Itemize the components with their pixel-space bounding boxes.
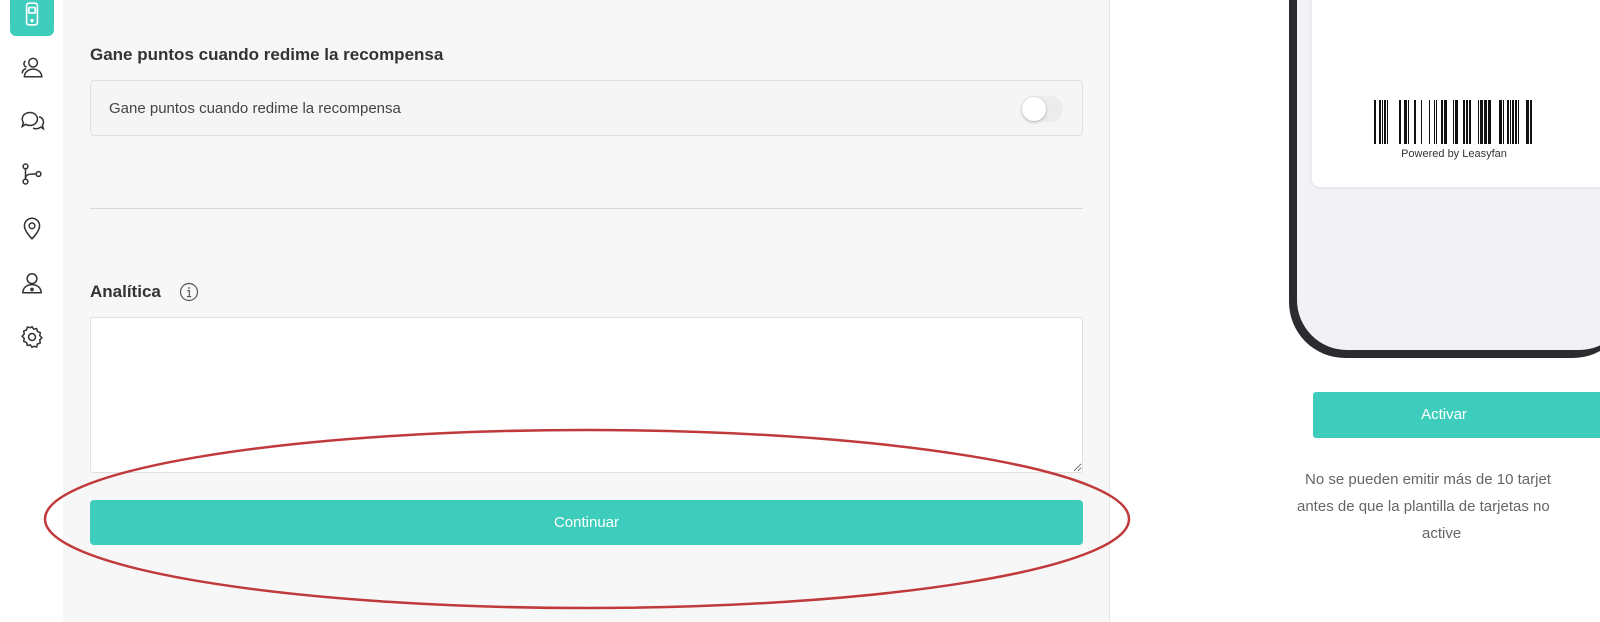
users-icon [21,57,43,78]
loyalty-card-preview: Powered by Leasyfan [1312,0,1600,187]
app-window: Gane puntos cuando redime la recompensa … [0,0,1600,622]
notice-line-2: antes de que la plantilla de tarjetas no [1297,498,1550,515]
gear-icon [21,325,43,349]
notice-line-3: active [1422,525,1462,542]
sidebar-item-cards[interactable] [10,0,54,36]
redeem-points-toggle[interactable] [1021,96,1063,122]
form-panel: Gane puntos cuando redime la recompensa … [63,0,1110,622]
chat-icon [20,111,45,131]
sidebar-item-account[interactable] [10,261,54,305]
barcode-image [1374,100,1532,144]
phone-screen: Powered by Leasyfan [1297,0,1600,350]
user-icon [22,273,42,294]
sidebar-item-customers[interactable] [10,45,54,89]
phone-preview: Powered by Leasyfan [1289,0,1600,358]
sidebar-item-settings[interactable] [10,315,54,359]
section-divider [90,208,1083,209]
sidebar-item-messages[interactable] [10,98,54,142]
powered-by-label: Powered by Leasyfan [1401,148,1507,160]
activate-button[interactable]: Activar [1313,392,1600,438]
info-icon[interactable] [179,282,199,302]
activate-label: Activar [1421,406,1467,423]
redeem-points-row: Gane puntos cuando redime la recompensa [90,80,1083,136]
activation-notice: No se pueden emitir más de 10 tarjet ant… [1294,466,1594,547]
sidebar [0,0,62,622]
sidebar-item-locations[interactable] [10,206,54,250]
analytics-input[interactable] [90,317,1083,473]
flow-icon [22,163,42,185]
continue-button[interactable]: Continuar [90,500,1083,545]
redeem-points-label: Gane puntos cuando redime la recompensa [109,100,401,117]
toggle-knob [1022,97,1046,121]
analytics-label: Analítica [90,282,161,301]
notice-line-1: No se pueden emitir más de 10 tarjet [1305,471,1551,488]
sidebar-item-flows[interactable] [10,152,54,196]
location-icon [23,217,41,240]
redeem-section-title: Gane puntos cuando redime la recompensa [90,45,444,64]
phone-icon [25,2,39,26]
